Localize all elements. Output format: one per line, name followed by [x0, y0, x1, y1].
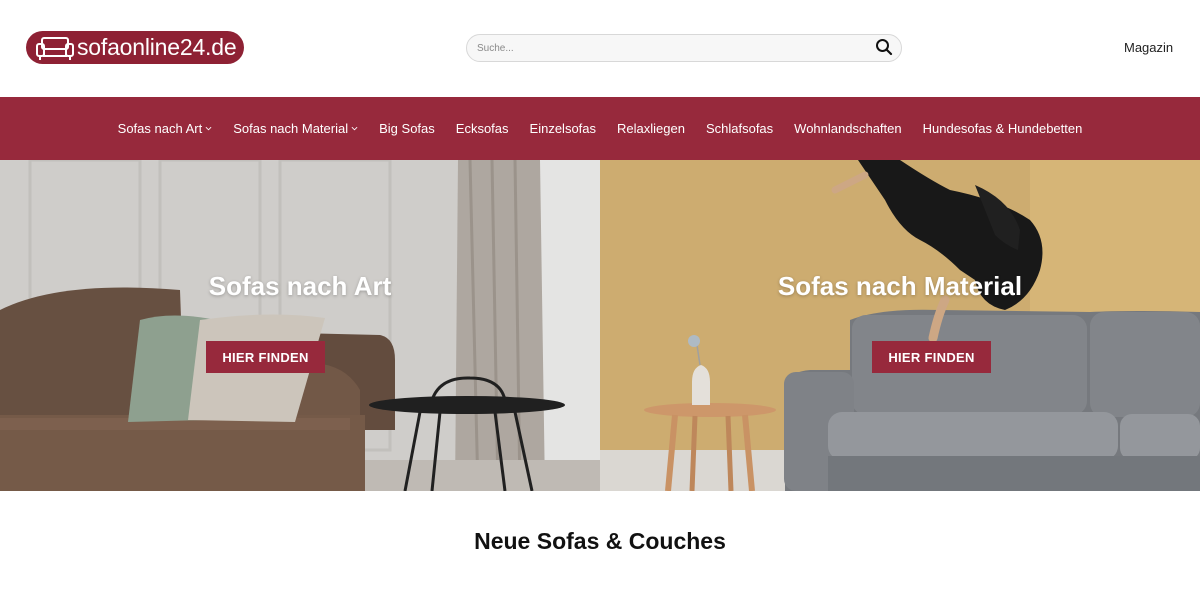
living-room-image: [0, 160, 600, 491]
nav-item-wohnlandschaften[interactable]: Wohnlandschaften: [794, 121, 901, 136]
section-title-neue-sofas: Neue Sofas & Couches: [474, 528, 726, 554]
logo-text: sofaonline24.de: [77, 34, 237, 60]
sofa-icon: [36, 36, 74, 60]
nav-item-label: Hundesofas & Hundebetten: [922, 121, 1083, 136]
banner-sofas-nach-art[interactable]: Sofas nach Art HIER FINDEN: [0, 160, 600, 491]
banner-title: Sofas nach Material: [777, 271, 1023, 301]
site-logo[interactable]: sofaonline24.de: [26, 31, 244, 64]
nav-item-label: Big Sofas: [379, 121, 435, 136]
nav-item-einzelsofas[interactable]: Einzelsofas: [530, 121, 596, 136]
site-header: sofaonline24.de Magazin: [0, 0, 1200, 97]
nav-item-schlafsofas[interactable]: Schlafsofas: [706, 121, 773, 136]
search-icon: [876, 39, 893, 56]
main-navigation: Sofas nach Art Sofas nach Material Big S…: [0, 97, 1200, 160]
search-button[interactable]: [875, 38, 895, 58]
banner-title: Sofas nach Art: [208, 271, 392, 301]
nav-item-hundesofas[interactable]: Hundesofas & Hundebetten: [923, 121, 1083, 136]
nav-item-label: Einzelsofas: [529, 121, 597, 136]
search-input[interactable]: [467, 35, 847, 61]
chevron-down-icon: [351, 126, 358, 131]
hero-banners: Sofas nach Art HIER FINDEN Sofas nach Ma…: [0, 160, 1200, 491]
nav-item-label: Ecksofas: [455, 121, 509, 136]
magazin-link[interactable]: Magazin: [1124, 40, 1173, 55]
nav-item-label: Wohnlandschaften: [794, 121, 902, 136]
grey-sofa-image: [600, 160, 1200, 491]
banner-sofas-nach-material[interactable]: Sofas nach Material HIER FINDEN: [600, 160, 1200, 491]
nav-item-label: Sofas nach Material: [233, 121, 349, 136]
nav-item-big-sofas[interactable]: Big Sofas: [379, 121, 435, 136]
nav-item-sofas-nach-art[interactable]: Sofas nach Art: [118, 121, 213, 136]
nav-item-relaxliegen[interactable]: Relaxliegen: [617, 121, 685, 136]
nav-item-sofas-nach-material[interactable]: Sofas nach Material: [233, 121, 358, 136]
nav-item-label: Sofas nach Art: [117, 121, 203, 136]
search-bar: [466, 34, 902, 62]
hier-finden-button[interactable]: HIER FINDEN: [872, 341, 991, 373]
chevron-down-icon: [205, 126, 212, 131]
nav-item-label: Relaxliegen: [617, 121, 685, 136]
nav-item-ecksofas[interactable]: Ecksofas: [456, 121, 509, 136]
nav-item-label: Schlafsofas: [705, 121, 774, 136]
hier-finden-button[interactable]: HIER FINDEN: [206, 341, 325, 373]
